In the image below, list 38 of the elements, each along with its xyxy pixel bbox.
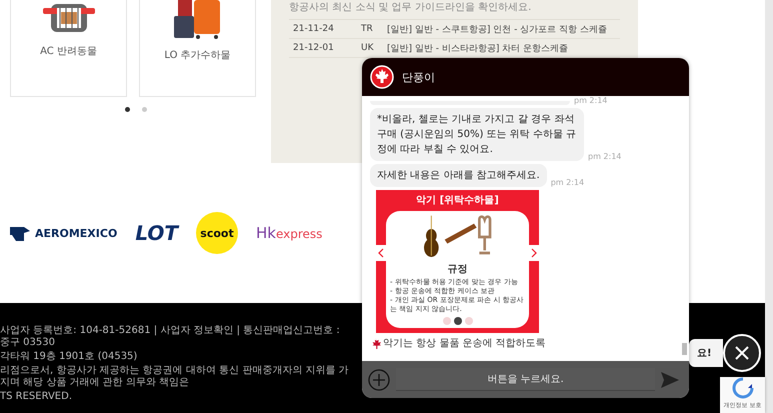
footer-text: 사업자 등록번호: 104-81-52681 | 사업자 정보확인 | 통신판매업신고번호 : 중구 03530 [0,325,341,349]
scroll-thumb[interactable] [682,343,687,355]
product-card[interactable]: AC 반려동물 [10,0,127,97]
chat-title: 단풍이 [402,70,435,84]
pager-dot[interactable] [124,107,130,112]
message-time: pm 2:14 [550,178,584,187]
message-composer[interactable]: 버튼을 누르세요. [362,361,689,398]
popup-bubble: 요! [689,339,723,367]
product-card[interactable]: LO 추가수하물 [139,0,256,97]
maple-leaf-avatar-icon [370,65,394,89]
notice-intro: 항공사의 최신 소식 및 업무 가이드라인을 확인하세요. [289,0,620,20]
airline-logo: AEROMEXICO [35,226,118,240]
card-heading: 규정 [448,263,468,276]
notice-link[interactable]: [일반] 일반 - 스쿠트항공] 인천 - 싱가포르 직항 스케쥴 [387,22,607,36]
chat-message: 자세한 내용은 아래를 참고해주세요. [370,164,547,187]
scrollbar[interactable] [765,0,773,413]
notice-date: 21-12-01 [293,43,335,53]
chat-message: 악기는 항상 물품 운송에 적합하도록 [383,337,546,350]
footer-text: 각타워 19층 1901호 (04535) [0,351,138,363]
airline-logo: Hkexpress [256,224,322,242]
notice-date: 21-11-24 [293,24,335,34]
footer-text: 리점으로서, 항공사가 제공하는 항공권에 대하여 통신 판매중개자의 지위를 가지며 해당 상품 거래에 관한 의무와 책임은 [0,365,350,389]
card-title: 악기 [위탁수하물] [416,194,499,207]
footer-text: TS RESERVED. [0,391,72,403]
airline-code: TR [361,24,374,34]
close-icon [734,345,750,361]
chat-message: *비올라, 첼로는 기내로 가지고 갈 경우 좌석 구매 (공시운임의 50%) 또는 위탁 수하물 규정에 따라 부칠 수 있어요. [370,108,584,161]
airline-logo: scoot [196,212,238,254]
recaptcha-icon [732,377,754,399]
send-button[interactable] [661,372,679,388]
message-time: pm 2:14 [588,152,622,161]
notice-link[interactable]: [일반] 일반 - 비스타라항공] 차터 운항스케쥴 [387,42,568,54]
message-time: pm 2:14 [574,96,608,105]
add-button[interactable] [368,368,390,390]
pager-dot[interactable] [142,107,146,112]
airline-code: UK [361,43,374,53]
maple-leaf-icon [370,338,381,348]
airline-logo: LOT [135,221,178,245]
